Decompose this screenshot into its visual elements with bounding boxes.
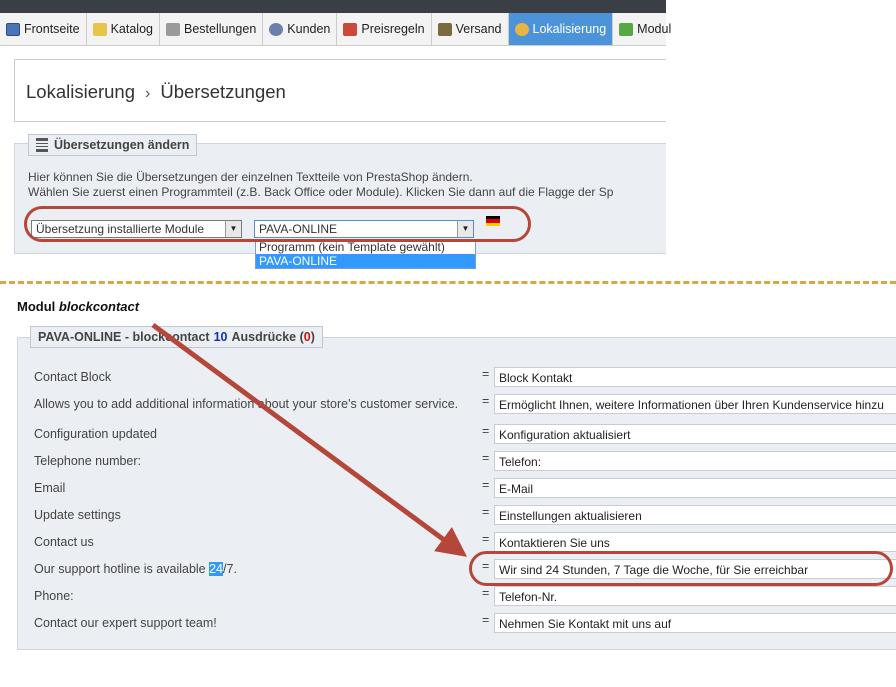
arrow-line bbox=[151, 322, 468, 557]
annotation-arrow bbox=[151, 322, 468, 557]
